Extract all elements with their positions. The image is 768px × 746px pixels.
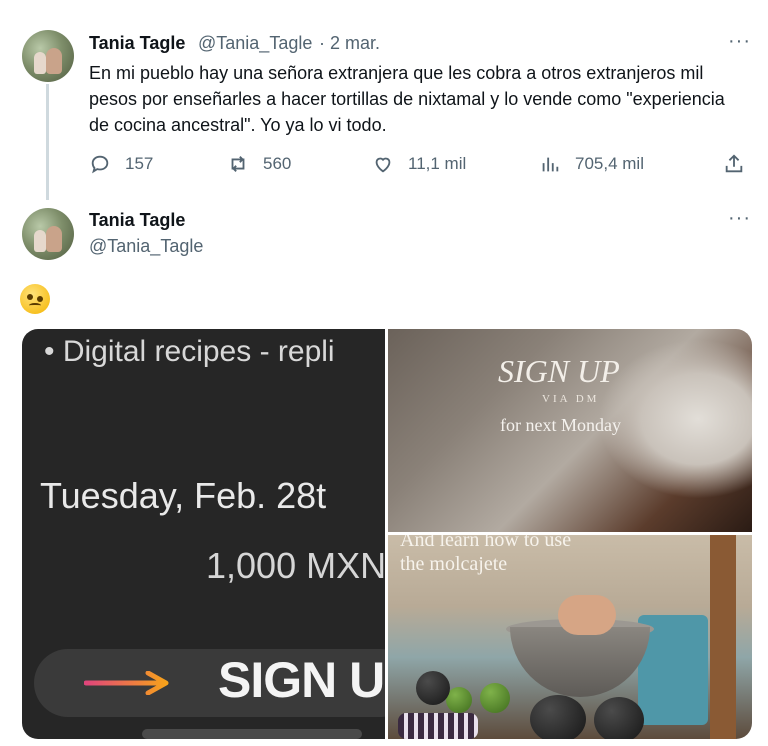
- tweet-actions: 157 560 11,1 mil 705,4 mil: [89, 150, 749, 178]
- share-button[interactable]: [723, 150, 745, 178]
- like-count: 11,1 mil: [408, 154, 467, 173]
- reply-button[interactable]: 157: [89, 150, 153, 178]
- share-icon: [725, 154, 743, 173]
- meta-separator: ·: [319, 33, 325, 53]
- image-wood-post: [710, 535, 736, 739]
- image-text-signup-serif: SIGN UP: [498, 353, 620, 389]
- views-button[interactable]: 705,4 mil: [539, 150, 644, 178]
- author-name[interactable]: Tania Tagle: [89, 210, 185, 231]
- image-text-signup: SIGN UP: [218, 652, 385, 708]
- media-grid: • Digital recipes - repli Tuesday, Feb. …: [22, 329, 752, 739]
- image-text-price: 1,000 MXN: [206, 545, 385, 586]
- image-molcajete: [510, 627, 650, 697]
- image-lime: [446, 687, 472, 713]
- tweet-text: En mi pueblo hay una señora extranjera q…: [89, 63, 725, 135]
- image-avocado: [594, 697, 644, 739]
- image-avocado: [530, 695, 586, 739]
- tweet-2[interactable]: Tania Tagle @Tania_Tagle ··· • Digital r…: [0, 200, 768, 746]
- media-image-1[interactable]: • Digital recipes - repli Tuesday, Feb. …: [22, 329, 385, 739]
- author-name[interactable]: Tania Tagle: [89, 33, 185, 54]
- image-text-via-dm: VIA DM: [542, 393, 600, 405]
- image-text-next-monday: for next Monday: [500, 415, 621, 435]
- image-blurred-text: [142, 729, 362, 739]
- image-text-digital-recipes: • Digital recipes - repli: [44, 335, 335, 368]
- thread-connector-line: [46, 84, 49, 200]
- image-text-molcajete: the molcajete: [400, 553, 508, 575]
- reply-count: 157: [125, 154, 154, 173]
- image-lime: [480, 683, 510, 713]
- more-options-icon[interactable]: ···: [728, 30, 751, 53]
- image-text-date: Tuesday, Feb. 28t: [40, 475, 327, 516]
- avatar[interactable]: [22, 208, 74, 260]
- heart-icon: [375, 157, 391, 173]
- author-handle[interactable]: @Tania_Tagle: [198, 33, 312, 54]
- arrow-right-icon: [84, 671, 169, 695]
- retweet-count: 560: [263, 154, 292, 173]
- like-button[interactable]: 11,1 mil: [372, 150, 466, 178]
- image-hand: [558, 595, 616, 635]
- tweet-date[interactable]: 2 mar.: [330, 33, 380, 54]
- image-avocado: [416, 671, 450, 705]
- retweet-button[interactable]: 560: [227, 150, 291, 178]
- image-cloth: [398, 713, 478, 739]
- woozy-face-emoji-icon: [20, 284, 50, 314]
- reply-icon: [91, 155, 109, 174]
- media-image-2[interactable]: SIGN UP VIA DM for next Monday: [388, 329, 752, 532]
- image-text-learn: And learn how to use: [400, 535, 572, 551]
- avatar[interactable]: [22, 30, 74, 82]
- author-handle[interactable]: @Tania_Tagle: [89, 236, 203, 257]
- more-options-icon[interactable]: ···: [728, 207, 751, 230]
- tweet-1[interactable]: Tania Tagle @Tania_Tagle · 2 mar. ··· En…: [0, 0, 768, 200]
- retweet-icon: [231, 156, 245, 172]
- image-swirl: [598, 339, 752, 499]
- views-count: 705,4 mil: [575, 154, 644, 173]
- media-image-3[interactable]: And learn how to use the molcajete: [388, 535, 752, 739]
- views-icon: [542, 157, 559, 172]
